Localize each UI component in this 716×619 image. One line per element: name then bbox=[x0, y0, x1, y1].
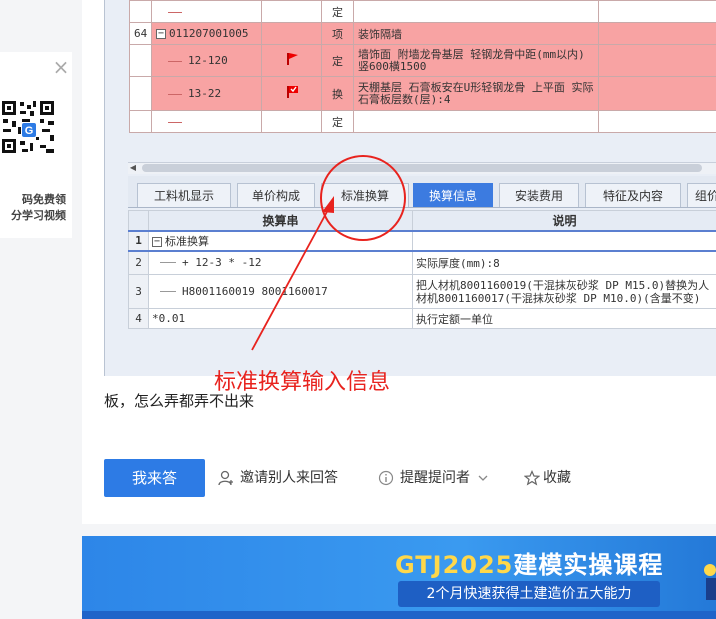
row-expr: + 12-3 * -12 bbox=[148, 250, 413, 275]
row-type: 定 bbox=[321, 110, 354, 133]
invite-label: 邀请别人来回答 bbox=[240, 470, 338, 486]
row-flag bbox=[261, 22, 322, 45]
table-row[interactable]: 2 + 12-3 * -12 实际厚度(mm):8 bbox=[128, 250, 716, 275]
row-number bbox=[129, 0, 152, 23]
collapse-icon[interactable]: − bbox=[156, 29, 166, 39]
row-extra bbox=[598, 76, 716, 111]
row-number: 3 bbox=[128, 274, 149, 309]
banner-title: GTJ2025建模实操课程 bbox=[395, 545, 663, 580]
row-number: 64 bbox=[129, 22, 152, 45]
row-extra bbox=[598, 44, 716, 77]
invite-answer-link[interactable]: 邀请别人来回答 bbox=[218, 468, 338, 488]
tab-conversion-info[interactable]: 换算信息 bbox=[413, 183, 493, 207]
row-type: 定 bbox=[321, 0, 354, 23]
user-icon bbox=[218, 470, 233, 486]
chevron-down-icon bbox=[478, 475, 488, 481]
corner-cell bbox=[128, 210, 149, 231]
row-code: 12-120 bbox=[151, 44, 262, 77]
row-desc: 实际厚度(mm):8 bbox=[412, 250, 716, 275]
row-desc: 装饰隔墙 bbox=[353, 22, 599, 45]
remind-label: 提醒提问者 bbox=[400, 470, 470, 486]
row-type: 换 bbox=[321, 76, 354, 111]
row-number bbox=[129, 44, 152, 77]
tab-pricing[interactable]: 组价 bbox=[687, 183, 716, 207]
checked-flag-icon bbox=[286, 86, 298, 98]
row-type: 项 bbox=[321, 22, 354, 45]
scrollbar-thumb[interactable] bbox=[142, 164, 702, 172]
row-expr: *0.01 bbox=[148, 308, 413, 329]
qr-text-line2: 分学习视频 bbox=[11, 209, 66, 222]
row-code: 13-22 bbox=[151, 76, 262, 111]
tab-unit-price[interactable]: 单价构成 bbox=[237, 183, 315, 207]
answer-button[interactable]: 我来答 bbox=[104, 459, 205, 497]
star-icon bbox=[524, 470, 540, 486]
qr-code-image: G bbox=[0, 99, 58, 181]
row-desc: 把人材机8001160019(干混抹灰砂浆 DP M15.0)替换为人材机800… bbox=[412, 274, 716, 309]
row-code bbox=[151, 0, 262, 23]
svg-text:G: G bbox=[25, 125, 34, 137]
row-extra bbox=[598, 22, 716, 45]
row-desc bbox=[412, 229, 716, 252]
row-number: 4 bbox=[128, 308, 149, 329]
row-desc: 天棚基层 石膏板安在U形轻钢龙骨 上平面 实际石膏板层数(层):4 bbox=[353, 76, 599, 111]
row-flag bbox=[261, 110, 322, 133]
row-number bbox=[129, 110, 152, 133]
row-flag bbox=[261, 0, 322, 23]
row-desc bbox=[353, 0, 599, 23]
scroll-left-arrow-icon[interactable]: ◀ bbox=[128, 162, 138, 174]
banner-figure-icon bbox=[704, 564, 716, 600]
banner-title-main: 建模实操课程 bbox=[513, 551, 664, 579]
table-row[interactable]: 64 −011207001005 项 装饰隔墙 bbox=[129, 22, 716, 45]
row-flag bbox=[261, 76, 322, 111]
table-row[interactable]: 3 H8001160019 8001160017 把人材机8001160019(… bbox=[128, 274, 716, 309]
table-row[interactable]: 1 − 标准换算 bbox=[128, 229, 716, 252]
table-row[interactable]: 13-22 换 天棚基层 石膏板安在U形轻钢龙骨 上平面 实际石膏板层数(层):… bbox=[129, 76, 716, 111]
banner-bottom-strip bbox=[82, 611, 716, 619]
conversion-grid: 换算串 说明 1 − 标准换算 2 + 12-3 * -12 实际厚度(mm):8… bbox=[128, 210, 716, 329]
row-type: 定 bbox=[321, 44, 354, 77]
row-code bbox=[151, 110, 262, 133]
row-desc: 执行定额一单位 bbox=[412, 308, 716, 329]
banner-title-highlight: GTJ2025 bbox=[395, 551, 514, 579]
close-icon[interactable]: × bbox=[52, 57, 70, 77]
tab-standard-conversion[interactable]: 标准换算 bbox=[321, 183, 409, 207]
table-row[interactable]: 12-120 定 墙饰面 附墙龙骨基层 轻钢龙骨中距(mm以内)竖600横150… bbox=[129, 44, 716, 77]
column-header-desc: 说明 bbox=[412, 210, 716, 231]
row-desc: 墙饰面 附墙龙骨基层 轻钢龙骨中距(mm以内)竖600横1500 bbox=[353, 44, 599, 77]
table-header-row: 换算串 说明 bbox=[128, 210, 716, 231]
row-code: −011207001005 bbox=[151, 22, 262, 45]
table-row[interactable]: 定 bbox=[129, 0, 716, 23]
banner-subtitle: 2个月快速获得土建造价五大能力 bbox=[398, 581, 660, 607]
row-number: 1 bbox=[128, 229, 149, 252]
collapse-icon[interactable]: − bbox=[152, 236, 162, 247]
quota-grid: 定 64 −011207001005 项 装饰隔墙 12-120 定 墙饰面 附… bbox=[129, 0, 716, 133]
column-header-expr: 换算串 bbox=[148, 210, 413, 231]
row-expr: − 标准换算 bbox=[148, 229, 413, 252]
red-flag-icon bbox=[286, 53, 298, 65]
row-extra bbox=[598, 0, 716, 23]
row-number: 2 bbox=[128, 250, 149, 275]
question-body-text: 板，怎么弄都弄不出来 bbox=[104, 392, 255, 410]
tab-features[interactable]: 特征及内容 bbox=[585, 183, 681, 207]
row-flag bbox=[261, 44, 322, 77]
tab-install-cost[interactable]: 安装费用 bbox=[499, 183, 579, 207]
remind-asker-link[interactable]: 提醒提问者 bbox=[378, 468, 494, 488]
table-row[interactable]: 定 bbox=[129, 110, 716, 133]
favorite-link[interactable]: 收藏 bbox=[524, 468, 571, 488]
favorite-label: 收藏 bbox=[543, 470, 571, 486]
qr-text-line1: 码免费领 bbox=[22, 193, 66, 206]
row-desc bbox=[353, 110, 599, 133]
tab-material-display[interactable]: 工料机显示 bbox=[137, 183, 231, 207]
row-expr: H8001160019 8001160017 bbox=[148, 274, 413, 309]
info-icon bbox=[378, 470, 394, 486]
row-extra bbox=[598, 110, 716, 133]
table-row[interactable]: 4 *0.01 执行定额一单位 bbox=[128, 308, 716, 329]
row-number bbox=[129, 76, 152, 111]
